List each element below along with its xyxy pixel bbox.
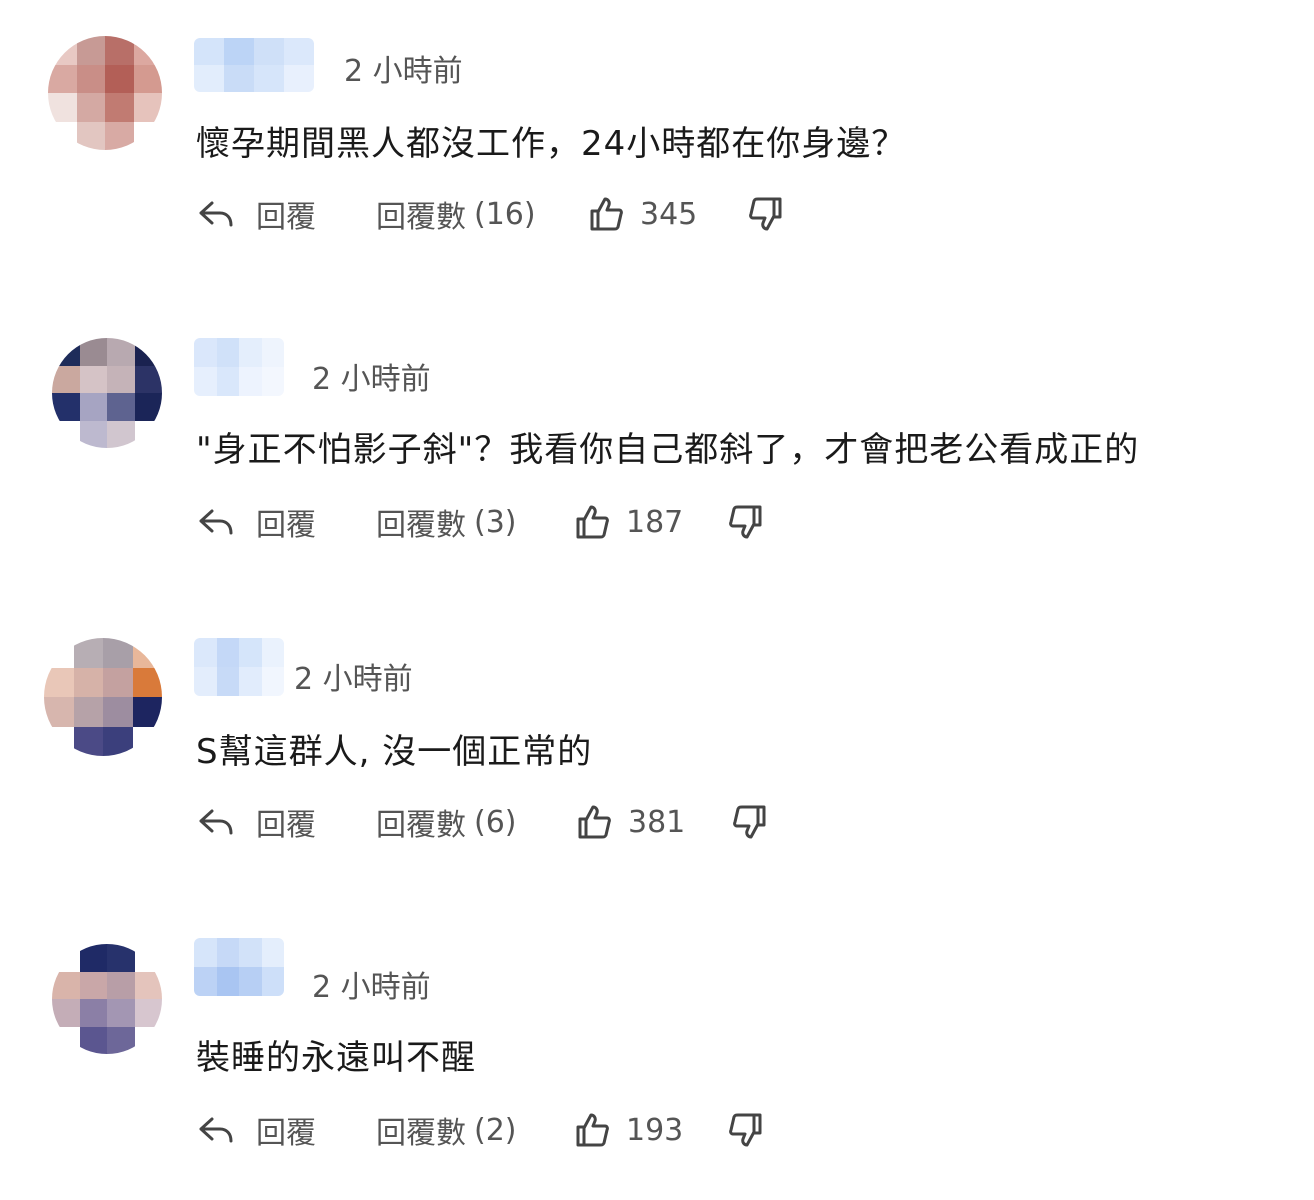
like-button[interactable]: 193	[572, 1108, 683, 1152]
like-count: 187	[626, 504, 684, 540]
username-blurred[interactable]	[194, 338, 284, 396]
comment-item: 2 小時前 裝睡的永遠叫不醒 回覆 回覆數 (2) 193	[0, 900, 1314, 1200]
reply-arrow-icon	[196, 1110, 236, 1150]
avatar[interactable]	[44, 638, 162, 756]
reply-button[interactable]: 回覆	[196, 192, 316, 236]
reply-button[interactable]: 回覆	[196, 800, 316, 844]
reply-count: (3)	[474, 504, 517, 540]
comment-actions: 回覆 回覆數 (6) 381	[196, 800, 896, 844]
comment-text: "身正不怕影子斜"？我看你自己都斜了，才會把老公看成正的	[196, 430, 1140, 470]
comment-text: 裝睡的永遠叫不醒	[196, 1038, 476, 1078]
comment-time: 2 小時前	[344, 54, 463, 89]
comment-item: 2 小時前 S幫這群人, 沒一個正常的 回覆 回覆數 (6) 381	[0, 600, 1314, 900]
reply-button[interactable]: 回覆	[196, 1108, 316, 1152]
thumbs-up-icon	[572, 1110, 612, 1150]
view-replies-button[interactable]: 回覆數 (3)	[376, 500, 517, 544]
thumbs-down-icon	[726, 502, 766, 542]
replies-label: 回覆數	[376, 200, 466, 235]
view-replies-button[interactable]: 回覆數 (2)	[376, 1108, 517, 1152]
reply-count: (16)	[474, 196, 536, 232]
comment-item: 2 小時前 "身正不怕影子斜"？我看你自己都斜了，才會把老公看成正的 回覆 回覆…	[0, 300, 1314, 600]
thumbs-up-icon	[574, 802, 614, 842]
replies-label: 回覆數	[376, 1116, 466, 1151]
comment-text: 懷孕期間黑人都沒工作，24小時都在你身邊？	[196, 124, 907, 164]
comment-time: 2 小時前	[294, 662, 413, 697]
avatar[interactable]	[52, 944, 162, 1054]
thumbs-down-icon	[746, 194, 786, 234]
comment-text: S幫這群人, 沒一個正常的	[196, 732, 593, 772]
reply-count: (6)	[474, 804, 517, 840]
view-replies-button[interactable]: 回覆數 (16)	[376, 192, 536, 236]
like-button[interactable]: 187	[572, 500, 683, 544]
comment-time: 2 小時前	[312, 970, 431, 1005]
avatar[interactable]	[52, 338, 162, 448]
username-blurred[interactable]	[194, 38, 314, 92]
dislike-button[interactable]	[726, 500, 766, 544]
thumbs-up-icon	[572, 502, 612, 542]
view-replies-button[interactable]: 回覆數 (6)	[376, 800, 517, 844]
reply-arrow-icon	[196, 194, 236, 234]
reply-label: 回覆	[256, 508, 316, 543]
replies-label: 回覆數	[376, 808, 466, 843]
thumbs-down-icon	[730, 802, 770, 842]
reply-arrow-icon	[196, 802, 236, 842]
like-count: 345	[640, 196, 698, 232]
replies-label: 回覆數	[376, 508, 466, 543]
thumbs-down-icon	[726, 1110, 766, 1150]
reply-label: 回覆	[256, 808, 316, 843]
reply-button[interactable]: 回覆	[196, 500, 316, 544]
like-count: 381	[628, 804, 686, 840]
like-count: 193	[626, 1112, 684, 1148]
avatar[interactable]	[48, 36, 162, 150]
reply-count: (2)	[474, 1112, 517, 1148]
comment-time: 2 小時前	[312, 362, 431, 397]
reply-arrow-icon	[196, 502, 236, 542]
username-blurred[interactable]	[194, 938, 284, 996]
reply-label: 回覆	[256, 1116, 316, 1151]
like-button[interactable]: 381	[574, 800, 685, 844]
dislike-button[interactable]	[746, 192, 786, 236]
comment-actions: 回覆 回覆數 (2) 193	[196, 1108, 896, 1152]
dislike-button[interactable]	[730, 800, 770, 844]
comment-actions: 回覆 回覆數 (3) 187	[196, 500, 896, 544]
reply-label: 回覆	[256, 200, 316, 235]
like-button[interactable]: 345	[586, 192, 697, 236]
thumbs-up-icon	[586, 194, 626, 234]
dislike-button[interactable]	[726, 1108, 766, 1152]
comment-item: 2 小時前 懷孕期間黑人都沒工作，24小時都在你身邊？ 回覆 回覆數 (16) …	[0, 0, 1314, 300]
username-blurred[interactable]	[194, 638, 284, 696]
comment-actions: 回覆 回覆數 (16) 345	[196, 192, 896, 236]
